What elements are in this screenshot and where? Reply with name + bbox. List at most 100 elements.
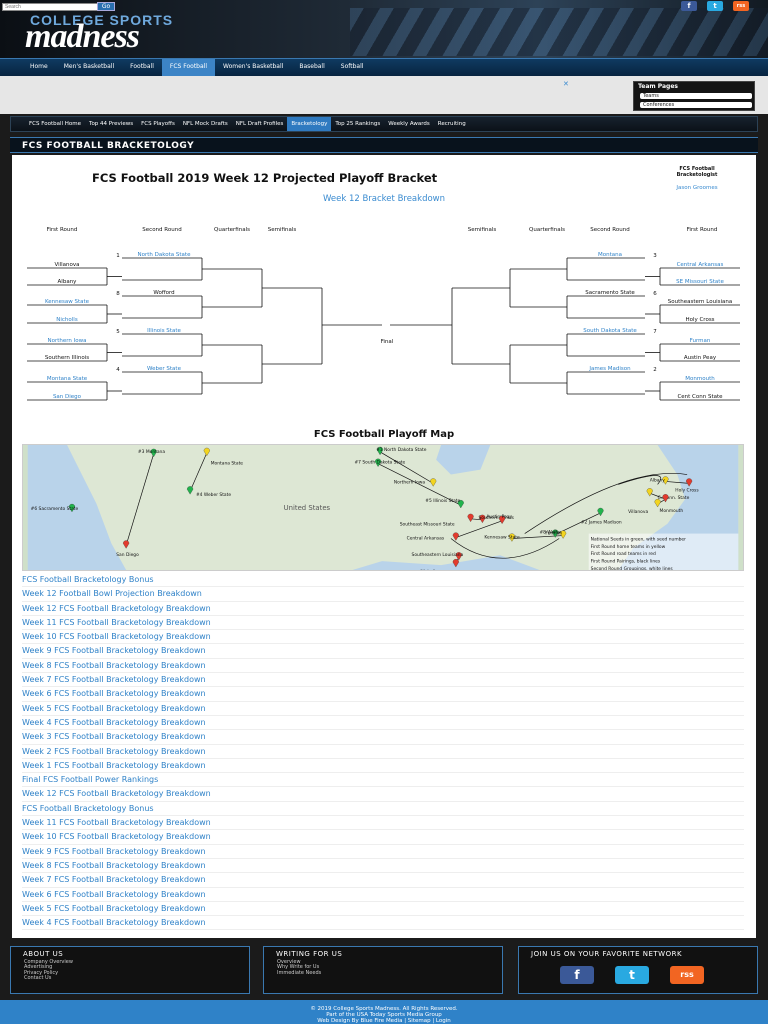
main-nav-item[interactable]: Softball xyxy=(333,59,372,76)
bracket-breakdown-link[interactable]: Week 12 Bracket Breakdown xyxy=(12,194,756,204)
round-header: Second Round xyxy=(142,227,181,233)
sub-nav-item[interactable]: Weekly Awards xyxy=(384,117,434,131)
bracketology-link[interactable]: Week 10 FCS Football Bracketology Breakd… xyxy=(22,830,744,845)
main-nav-item[interactable]: Baseball xyxy=(291,59,332,76)
map-team-label: Central Arkansas xyxy=(407,535,445,541)
team-pages-teams[interactable]: Teams xyxy=(640,93,752,99)
bracketology-link[interactable]: Week 12 FCS Football Bracketology Breakd… xyxy=(22,602,744,616)
round-header: Quarterfinals xyxy=(529,227,565,233)
sub-nav-item[interactable]: FCS Football Home xyxy=(25,117,85,131)
site-header: Go f t rss COLLEGE SPORTS madness xyxy=(0,0,768,58)
footer-link[interactable]: Contact Us xyxy=(24,975,73,981)
playoff-bracket: First Round Second Round Quarterfinals Semi… xyxy=(27,227,740,401)
bracket-team[interactable]: Northern Iowa xyxy=(47,338,86,344)
team-pages-conferences[interactable]: Conferences xyxy=(640,102,752,108)
bracketology-link[interactable]: FCS Football Bracketology Bonus xyxy=(22,573,744,588)
bracketology-link[interactable]: Final FCS Football Power Rankings xyxy=(22,773,744,788)
bracketology-link[interactable]: Week 5 FCS Football Bracketology Breakdo… xyxy=(22,702,744,716)
map-team-label: Monmouth xyxy=(660,508,684,514)
main-nav-item[interactable]: Women's Basketball xyxy=(215,59,291,76)
map-team-label: #5 Illinois State xyxy=(425,498,460,504)
map-legend-item: First Round Pairings, black lines xyxy=(591,559,661,565)
footer-writing: WRITING FOR US Overview Why Write for Us… xyxy=(263,946,503,994)
sub-nav-item[interactable]: Bracketology xyxy=(287,117,332,131)
bracketology-link[interactable]: Week 12 Football Bowl Projection Breakdo… xyxy=(22,587,744,602)
bracketology-link[interactable]: Week 9 FCS Football Bracketology Breakdo… xyxy=(22,845,744,859)
main-nav-item[interactable]: Home xyxy=(22,59,56,76)
sub-nav-item[interactable]: FCS Playoffs xyxy=(137,117,179,131)
bracket-team[interactable]: Illinois State xyxy=(147,328,181,334)
bracketology-link[interactable]: Week 9 FCS Football Bracketology Breakdo… xyxy=(22,644,744,659)
search-input[interactable] xyxy=(2,3,112,11)
bracketology-link[interactable]: Week 11 FCS Football Bracketology Breakd… xyxy=(22,816,744,831)
map-team-label: Montana State xyxy=(211,461,244,467)
site-logo[interactable]: madness xyxy=(25,18,140,56)
bracketology-link[interactable]: Week 7 FCS Football Bracketology Breakdo… xyxy=(22,873,744,888)
footer-rss-icon[interactable]: rss xyxy=(670,966,704,984)
seed-number: 3 xyxy=(653,253,657,259)
sub-nav-item[interactable]: NFL Mock Drafts xyxy=(179,117,232,131)
bracket-team[interactable]: Furman xyxy=(690,338,711,344)
facebook-icon[interactable]: f xyxy=(681,1,697,11)
bracketology-link[interactable]: Week 4 FCS Football Bracketology Breakdo… xyxy=(22,716,744,731)
bracket-team: Cent Conn State xyxy=(677,394,723,400)
bracket-team[interactable]: Central Arkansas xyxy=(677,262,724,268)
search-button[interactable]: Go xyxy=(97,2,115,11)
bracketology-link[interactable]: Week 7 FCS Football Bracketology Breakdo… xyxy=(22,673,744,688)
sub-nav-item[interactable]: Recruiting xyxy=(434,117,470,131)
bracketology-link[interactable]: Week 11 FCS Football Bracketology Breakd… xyxy=(22,616,744,631)
bracket-team[interactable]: Montana State xyxy=(47,376,88,382)
bracket-team[interactable]: North Dakota State xyxy=(138,252,192,258)
bracket-team[interactable]: Montana xyxy=(598,252,622,258)
bracketology-link[interactable]: Week 12 FCS Football Bracketology Breakd… xyxy=(22,787,744,802)
bracketology-link[interactable]: Week 3 FCS Football Bracketology Breakdo… xyxy=(22,730,744,745)
bracketology-link[interactable]: Week 8 FCS Football Bracketology Breakdo… xyxy=(22,859,744,874)
footer-twitter-icon[interactable]: t xyxy=(615,966,649,984)
bracket-team: Albany xyxy=(58,279,78,285)
bracketology-link[interactable]: Week 10 FCS Football Bracketology Breakd… xyxy=(22,630,744,645)
bracketology-link[interactable]: Week 8 FCS Football Bracketology Breakdo… xyxy=(22,659,744,674)
fcs-sub-nav: FCS Football Home Top 44 Previews FCS Play… xyxy=(10,116,758,132)
sub-nav-item[interactable]: Top 44 Previews xyxy=(85,117,137,131)
bracketologist-name[interactable]: Jason Groomes xyxy=(672,185,722,191)
footer-link[interactable]: Immediate Needs xyxy=(277,970,321,976)
seed-number: 4 xyxy=(116,367,120,373)
footer-about-list: Company Overview Advertising Privacy Pol… xyxy=(24,959,73,981)
bracket-team[interactable]: Monmouth xyxy=(685,376,715,382)
close-ad-icon[interactable]: ✕ xyxy=(563,80,569,88)
map-team-label: #2 James Madison xyxy=(581,520,622,526)
bracketology-link[interactable]: Week 1 FCS Football Bracketology Breakdo… xyxy=(22,759,744,774)
bracket-team[interactable]: SE Missouri State xyxy=(676,279,724,285)
main-nav-item[interactable]: Men's Basketball xyxy=(56,59,122,76)
bracketology-link[interactable]: Week 6 FCS Football Bracketology Breakdo… xyxy=(22,888,744,902)
bracketology-link[interactable]: Week 4 FCS Football Bracketology Breakdo… xyxy=(22,916,744,931)
playoff-map[interactable]: #3 Montana Montana State #4 Weber State #6 … xyxy=(22,444,744,571)
main-nav-item[interactable]: Football xyxy=(122,59,162,76)
design-credit-links[interactable]: Web Design By Blue Fire Media | Sitemap … xyxy=(0,1018,768,1024)
twitter-icon[interactable]: t xyxy=(707,1,723,11)
bracket-team[interactable]: South Dakota State xyxy=(583,328,637,334)
bracketology-link[interactable]: Week 2 FCS Football Bracketology Breakdo… xyxy=(22,745,744,759)
sub-nav-item[interactable]: Top 25 Rankings xyxy=(331,117,384,131)
footer-writing-title: WRITING FOR US xyxy=(276,950,343,958)
seed-number: 7 xyxy=(653,329,657,335)
bracketology-link[interactable]: FCS Football Bracketology Bonus xyxy=(22,802,744,817)
bracketology-link[interactable]: Week 5 FCS Football Bracketology Breakdo… xyxy=(22,902,744,917)
footer-facebook-icon[interactable]: f xyxy=(560,966,594,984)
bracket-team[interactable]: Weber State xyxy=(147,366,182,372)
map-team-label: Nicholls xyxy=(420,569,438,571)
bracketology-links: FCS Football Bracketology Bonus Week 12 F… xyxy=(22,573,744,931)
bracket-team: Austin Peay xyxy=(684,355,717,361)
sub-nav-item[interactable]: NFL Draft Profiles xyxy=(232,117,288,131)
bracket-team[interactable]: San Diego xyxy=(53,394,82,400)
main-nav-item[interactable]: FCS Football xyxy=(161,59,215,76)
seed-number: 6 xyxy=(653,291,657,297)
rss-icon[interactable]: rss xyxy=(733,1,749,11)
bracket-team[interactable]: Kennesaw State xyxy=(45,299,90,305)
main-nav: Home Men's Basketball Football FCS Football… xyxy=(0,58,768,76)
bracket-team[interactable]: Nicholls xyxy=(56,317,78,323)
bracket-team[interactable]: James Madison xyxy=(588,366,631,372)
map-team-label: Holy Cross xyxy=(675,487,699,493)
footer-social-title: JOIN US ON YOUR FAVORITE NETWORK xyxy=(531,950,683,958)
bracketology-link[interactable]: Week 6 FCS Football Bracketology Breakdo… xyxy=(22,687,744,702)
